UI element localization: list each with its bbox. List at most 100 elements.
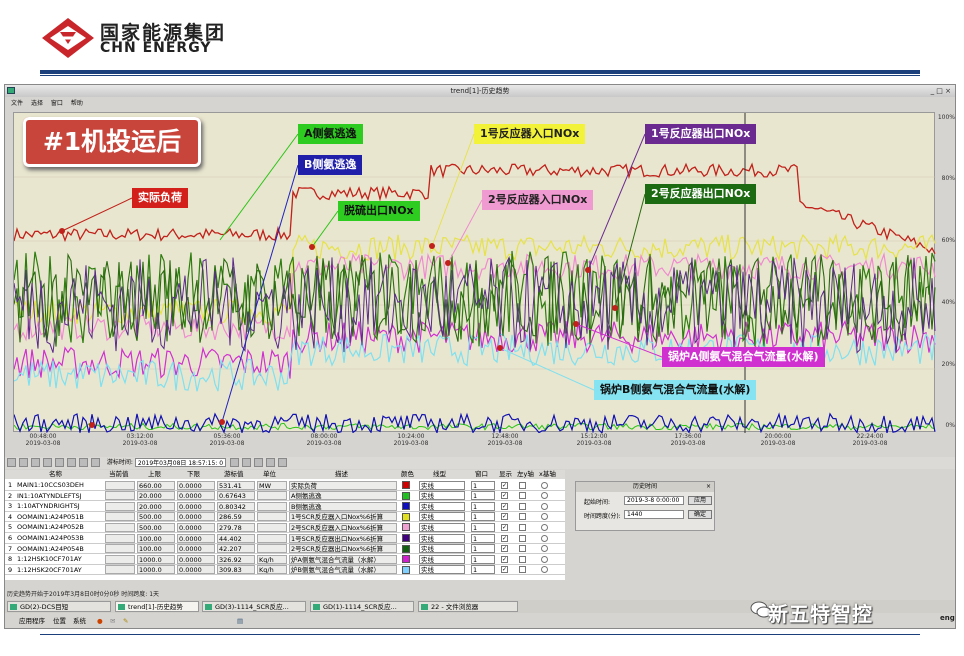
upper-limit[interactable]: 100.00 — [137, 544, 175, 554]
menu-window[interactable]: 窗口 — [51, 100, 63, 107]
left-y-checkbox[interactable] — [519, 534, 526, 542]
line-type-select[interactable]: 实线 — [419, 491, 465, 501]
left-y-checkbox[interactable] — [519, 481, 526, 489]
refresh-icon[interactable] — [229, 458, 239, 467]
line-type-select[interactable]: 实线 — [419, 533, 465, 543]
last-page-icon[interactable] — [277, 458, 287, 467]
save-icon[interactable] — [7, 458, 16, 467]
x-base-radio[interactable] — [541, 545, 548, 553]
table-row[interactable]: 5 OOMAIN1:A24P052B 500.00 0.0000 279.78 2号SCR… — [5, 522, 565, 533]
lower-limit[interactable]: 0.0000 — [177, 480, 215, 490]
move-icon[interactable] — [67, 458, 76, 467]
left-y-checkbox[interactable] — [519, 492, 526, 500]
lower-limit[interactable]: 0.0000 — [177, 554, 215, 564]
color-swatch[interactable] — [402, 565, 410, 574]
lower-limit[interactable]: 0.0000 — [177, 491, 215, 501]
table-row[interactable]: 6 OOMAIN1:A24P053B 100.00 0.0000 44.402 1号SCR… — [5, 533, 565, 544]
show-checkbox[interactable]: ✓ — [501, 523, 508, 531]
window-select[interactable]: 1 — [471, 533, 495, 543]
span-input[interactable]: 1440 — [624, 510, 684, 519]
color-swatch[interactable] — [402, 512, 410, 521]
window-select[interactable]: 1 — [471, 501, 495, 511]
history-title[interactable]: 历史时间 × — [576, 482, 714, 492]
show-checkbox[interactable]: ✓ — [501, 545, 508, 553]
left-y-checkbox[interactable] — [519, 502, 526, 510]
ok-button[interactable]: 确定 — [688, 510, 712, 519]
mail-icon[interactable]: ✉ — [110, 614, 115, 628]
lower-limit[interactable]: 0.0000 — [177, 533, 215, 543]
line-type-select[interactable]: 实线 — [419, 522, 465, 532]
close-icon[interactable]: × — [706, 482, 711, 492]
taskbar-item[interactable]: GD(2)-DCS目短 — [7, 601, 111, 612]
places-menu[interactable]: 位置 — [53, 614, 66, 628]
color-swatch[interactable] — [402, 523, 410, 532]
window-controls[interactable]: _ □ × — [931, 85, 951, 97]
x-base-radio[interactable] — [541, 555, 548, 563]
table-row[interactable]: 9 1:12HSK20CF701AY 1000.0 0.0000 309.83 Kg/h 炉… — [5, 565, 565, 576]
prev-page-icon[interactable] — [253, 458, 263, 467]
lower-limit[interactable]: 0.0000 — [177, 512, 215, 522]
taskbar-item[interactable]: GD(1)-1114_SCR反应... — [310, 601, 414, 612]
color-swatch[interactable] — [402, 502, 410, 511]
show-checkbox[interactable]: ✓ — [501, 502, 508, 510]
lower-limit[interactable]: 0.0000 — [177, 544, 215, 554]
taskbar-item[interactable]: 22 - 文件浏览器 — [418, 601, 518, 612]
table-row[interactable]: 2 IN1:10ATYNDLEFTSJ 20.000 0.0000 0.67643 A侧氨… — [5, 491, 565, 502]
system-menu[interactable]: 系统 — [73, 614, 86, 628]
x-base-radio[interactable] — [541, 566, 548, 574]
menu-select[interactable]: 选择 — [31, 100, 43, 107]
menu-help[interactable]: 帮助 — [71, 100, 83, 107]
table-row[interactable]: 1 MAIN1:10CCS03DEH 660.00 0.0000 531.41 MW 实际负… — [5, 480, 565, 491]
next-page-icon[interactable] — [265, 458, 275, 467]
line-type-select[interactable]: 实线 — [419, 480, 465, 490]
upper-limit[interactable]: 20.000 — [137, 501, 175, 511]
line-type-select[interactable]: 实线 — [419, 554, 465, 564]
edit-icon[interactable]: ✎ — [123, 614, 128, 628]
print-icon[interactable] — [19, 458, 28, 467]
color-swatch[interactable] — [402, 491, 410, 500]
show-checkbox[interactable]: ✓ — [501, 481, 508, 489]
x-base-radio[interactable] — [541, 513, 548, 521]
window-select[interactable]: 1 — [471, 554, 495, 564]
upper-limit[interactable]: 1000.0 — [137, 554, 175, 564]
lower-limit[interactable]: 0.0000 — [177, 522, 215, 532]
line-type-select[interactable]: 实线 — [419, 512, 465, 522]
menu-file[interactable]: 文件 — [11, 100, 23, 107]
left-y-checkbox[interactable] — [519, 545, 526, 553]
window-select[interactable]: 1 — [471, 544, 495, 554]
show-checkbox[interactable]: ✓ — [501, 492, 508, 500]
cursor-time-field[interactable]: 2019年03月08日 18:57:15: 0 — [134, 458, 227, 467]
show-checkbox[interactable]: ✓ — [501, 555, 508, 563]
cursor-icon[interactable] — [79, 458, 88, 467]
upper-limit[interactable]: 660.00 — [137, 480, 175, 490]
taskbar-item-active[interactable]: trend[1]-历史趋势 — [115, 601, 199, 612]
x-base-radio[interactable] — [541, 523, 548, 531]
grid-icon[interactable] — [91, 458, 100, 467]
apply-button[interactable]: 应用 — [688, 496, 712, 505]
left-y-checkbox[interactable] — [519, 555, 526, 563]
line-type-select[interactable]: 实线 — [419, 544, 465, 554]
show-checkbox[interactable]: ✓ — [501, 566, 508, 574]
x-base-radio[interactable] — [541, 534, 548, 542]
window-select[interactable]: 1 — [471, 522, 495, 532]
color-swatch[interactable] — [402, 481, 410, 489]
show-checkbox[interactable]: ✓ — [501, 534, 508, 542]
left-y-checkbox[interactable] — [519, 513, 526, 521]
x-base-radio[interactable] — [541, 492, 548, 500]
color-swatch[interactable] — [402, 534, 410, 542]
window-select[interactable]: 1 — [471, 491, 495, 501]
left-y-checkbox[interactable] — [519, 566, 526, 574]
lower-limit[interactable]: 0.0000 — [177, 565, 215, 575]
upper-limit[interactable]: 20.000 — [137, 491, 175, 501]
line-type-select[interactable]: 实线 — [419, 565, 465, 575]
window-select[interactable]: 1 — [471, 512, 495, 522]
start-time-input[interactable]: 2019-3-8 0:00:00 — [624, 496, 684, 505]
color-swatch[interactable] — [402, 544, 410, 553]
table-row[interactable]: 4 OOMAIN1:A24P051B 500.00 0.0000 286.59 1号SCR… — [5, 512, 565, 523]
x-base-radio[interactable] — [541, 502, 548, 510]
table-row[interactable]: 3 1:10ATYNDRIGHTSJ 20.000 0.0000 0.80342 B侧氨逃… — [5, 501, 565, 512]
applications-menu[interactable]: 应用程序 — [19, 614, 45, 628]
copy-icon[interactable] — [31, 458, 40, 467]
window-select[interactable]: 1 — [471, 565, 495, 575]
taskbar-item[interactable]: GD(3)-1114_SCR反应... — [202, 601, 306, 612]
